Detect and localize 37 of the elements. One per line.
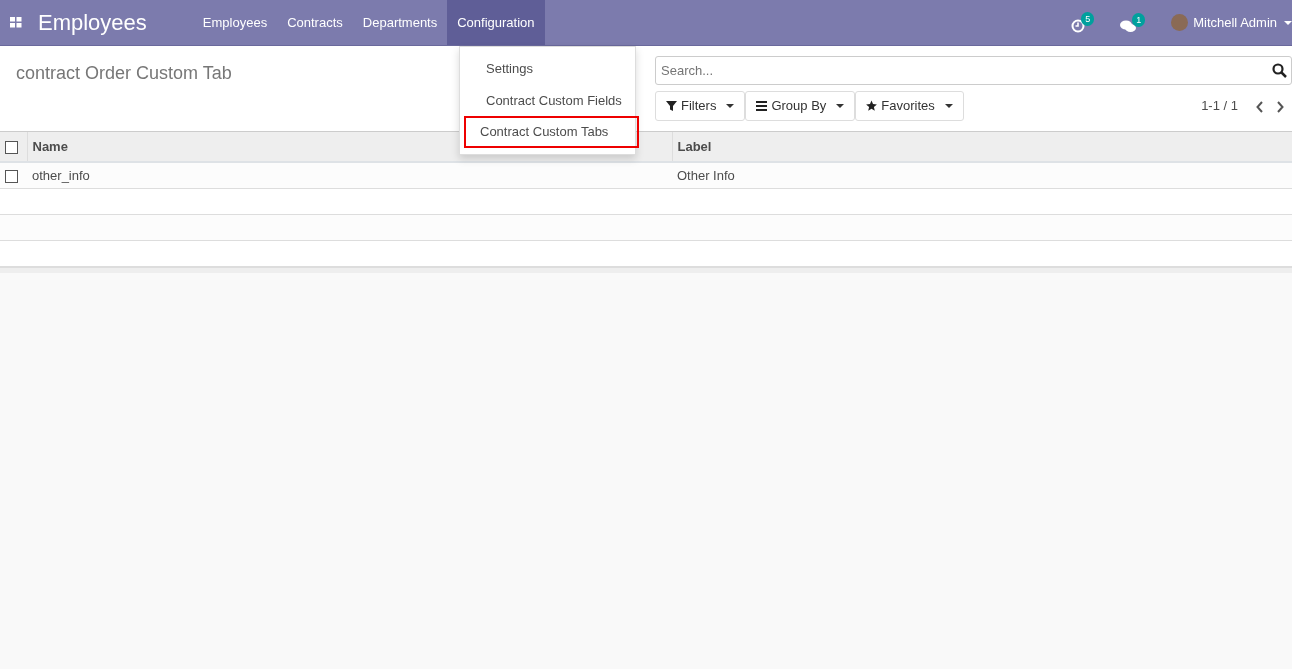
star-icon	[866, 100, 878, 112]
filter-dropdown-button[interactable]: Favorites	[855, 91, 964, 121]
dropdown-item[interactable]: Contract Custom Fields	[464, 84, 639, 116]
funnel-icon	[666, 100, 677, 112]
select-all-checkbox[interactable]	[5, 140, 18, 154]
menu-item[interactable]: Contracts	[277, 0, 353, 45]
breadcrumb-title: contract Order Custom Tab	[16, 63, 232, 83]
caret-icon	[1284, 20, 1292, 25]
menu-item[interactable]: Departments	[352, 0, 448, 45]
menu-item[interactable]: Configuration	[447, 0, 545, 45]
caret-icon	[944, 104, 953, 108]
apps-grid-icon[interactable]	[10, 17, 22, 28]
caret-icon	[726, 104, 735, 108]
filter-dropdown-button[interactable]: Group By	[745, 91, 856, 121]
pager-value: 1-1 / 1	[1201, 97, 1238, 116]
column-header[interactable]: Name	[32, 138, 68, 154]
column-header[interactable]: Label	[677, 138, 712, 154]
app-title: Employees	[38, 9, 147, 37]
table-cell: Other Info	[677, 167, 735, 183]
dropdown-item[interactable]: Contract Custom Tabs	[464, 116, 639, 148]
menu-item[interactable]: Employees	[192, 0, 278, 45]
chat-bubbles-icon	[1120, 19, 1137, 33]
user-menu[interactable]: Mitchell Admin	[1193, 12, 1277, 33]
chevron-left-icon	[1256, 100, 1264, 113]
avatar-icon	[1171, 14, 1189, 31]
message-count: 1	[1132, 12, 1146, 27]
dropdown-item[interactable]: Settings	[464, 53, 639, 85]
filter-dropdown-button[interactable]: Filters	[655, 91, 746, 121]
list-icon	[756, 100, 768, 112]
caret-icon	[836, 104, 845, 108]
table-cell: other_info	[32, 167, 90, 183]
chevron-right-icon	[1276, 100, 1284, 113]
clock-icon	[1071, 19, 1086, 33]
search-icon	[1272, 63, 1287, 78]
row-checkbox[interactable]	[5, 169, 18, 183]
search-field[interactable]: Search...	[655, 56, 1292, 85]
activity-count: 5	[1081, 12, 1095, 26]
